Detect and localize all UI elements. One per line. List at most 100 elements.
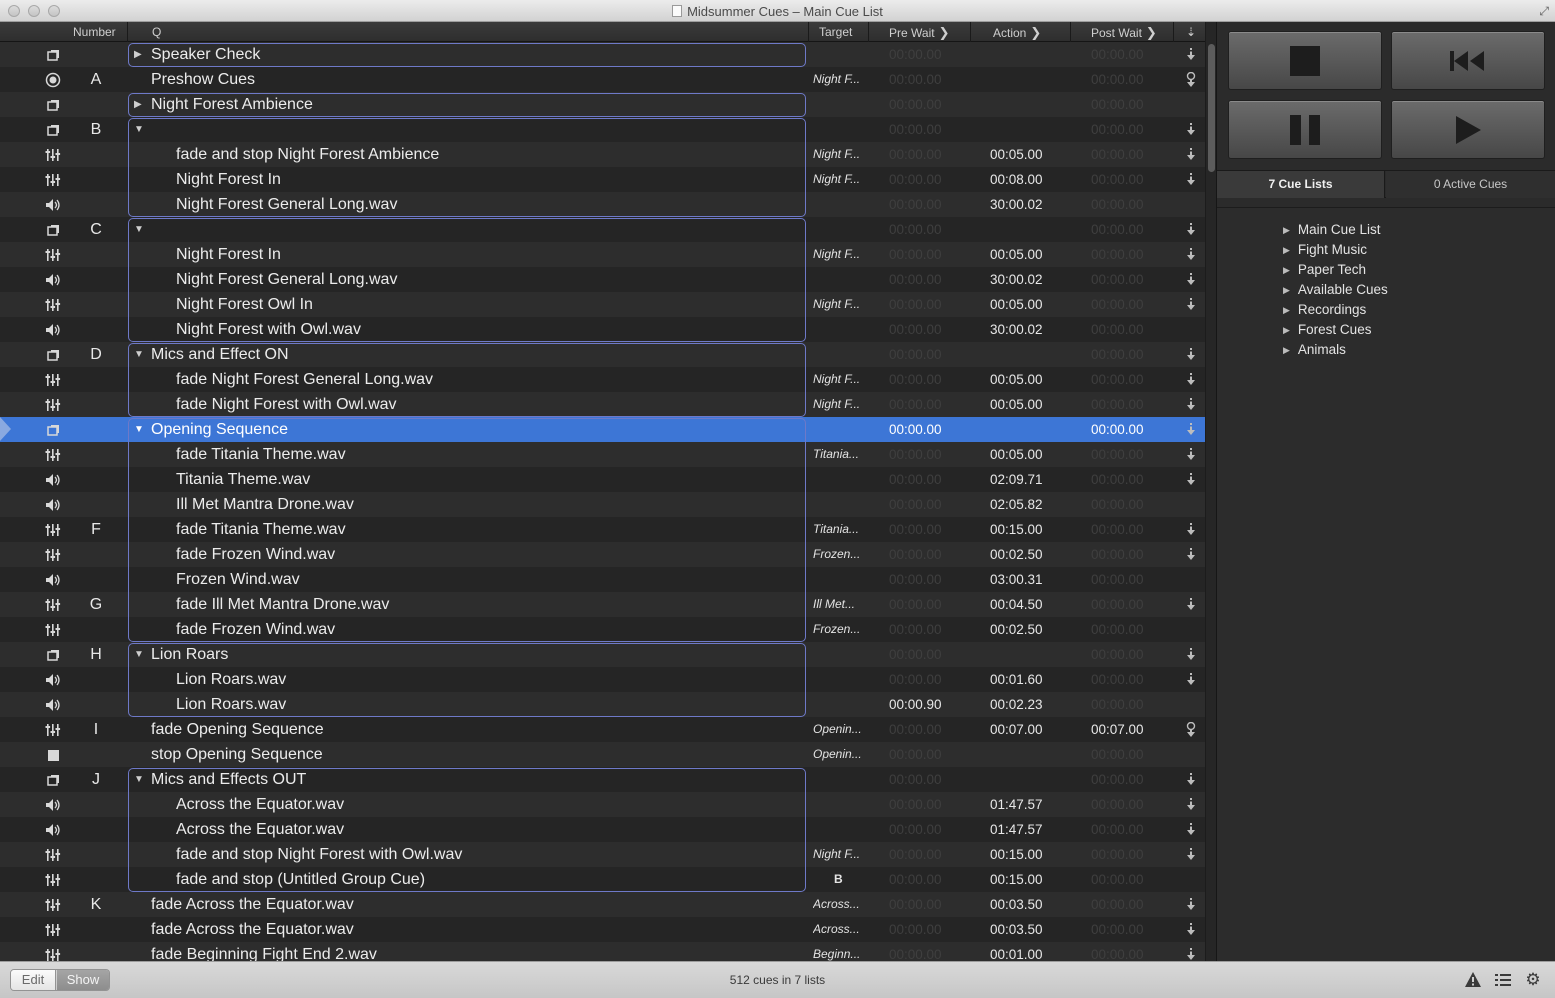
cue-number[interactable] xyxy=(80,867,112,892)
cue-row[interactable]: fade Beginning Fight End 2.wav Beginn... 0… xyxy=(0,942,1205,961)
cue-name[interactable]: fade Beginning Fight End 2.wav xyxy=(151,942,377,961)
pre-wait-value[interactable]: 00:00.90 xyxy=(889,692,942,717)
pre-wait-value[interactable]: 00:00.00 xyxy=(889,742,942,767)
post-wait-value[interactable]: 00:00.00 xyxy=(1091,192,1144,217)
cue-number[interactable]: I xyxy=(80,717,112,742)
pre-wait-value[interactable]: 00:00.00 xyxy=(889,317,942,342)
pre-wait-value[interactable]: 00:00.00 xyxy=(889,217,942,242)
cue-number[interactable] xyxy=(80,267,112,292)
pre-wait-value[interactable]: 00:00.00 xyxy=(889,817,942,842)
cue-target[interactable]: Openin... xyxy=(813,742,871,767)
cue-number[interactable]: C xyxy=(80,217,112,242)
cue-target[interactable]: Night F... xyxy=(813,142,871,167)
cue-list-item[interactable]: ▶ Animals xyxy=(1283,342,1346,357)
post-wait-value[interactable]: 00:00.00 xyxy=(1091,542,1144,567)
cue-number[interactable] xyxy=(80,942,112,961)
cue-number[interactable]: F xyxy=(80,517,112,542)
continue-arrow-icon[interactable] xyxy=(1184,167,1198,192)
cue-row[interactable]: Night Forest In Night F... 00:00.00 00:05.0… xyxy=(0,242,1205,267)
action-duration-value[interactable]: 30:00.02 xyxy=(990,192,1043,217)
cue-row[interactable]: fade Titania Theme.wav Titania... 00:00.00… xyxy=(0,442,1205,467)
cue-target[interactable] xyxy=(813,467,871,492)
pre-wait-value[interactable]: 00:00.00 xyxy=(889,792,942,817)
cue-row[interactable]: Titania Theme.wav 00:00.00 02:09.71 00:00.0… xyxy=(0,467,1205,492)
cue-row[interactable]: fade and stop (Untitled Group Cue) B 00:00… xyxy=(0,867,1205,892)
pre-wait-value[interactable]: 00:00.00 xyxy=(889,842,942,867)
post-wait-value[interactable]: 00:00.00 xyxy=(1091,292,1144,317)
cue-target[interactable]: Night F... xyxy=(813,67,871,92)
action-duration-value[interactable]: 02:05.82 xyxy=(990,492,1043,517)
disclosure-closed-icon[interactable]: ▶ xyxy=(134,42,146,67)
cue-target[interactable]: Titania... xyxy=(813,442,871,467)
cue-row[interactable]: fade Across the Equator.wav Across... 00:0… xyxy=(0,917,1205,942)
cue-row[interactable]: ▼ Opening Sequence 00:00.00 00:00.00 xyxy=(0,417,1205,442)
header-action[interactable]: Action ❯ xyxy=(993,25,1041,41)
action-duration-value[interactable]: 00:02.50 xyxy=(990,617,1043,642)
cue-name[interactable]: Lion Roars.wav xyxy=(176,667,286,692)
cue-row[interactable]: B ▼ 00:00.00 00:00.00 xyxy=(0,117,1205,142)
cue-row[interactable]: D ▼ Mics and Effect ON 00:00.00 00:00.00 xyxy=(0,342,1205,367)
cue-row[interactable]: Across the Equator.wav 00:00.00 01:47.57 00… xyxy=(0,817,1205,842)
post-wait-value[interactable]: 00:07.00 xyxy=(1091,717,1144,742)
action-duration-value[interactable]: 03:00.31 xyxy=(990,567,1043,592)
cue-target[interactable]: Night F... xyxy=(813,167,871,192)
cue-row[interactable]: Lion Roars.wav 00:00.90 00:02.23 00:00.00 xyxy=(0,692,1205,717)
continue-arrow-icon[interactable] xyxy=(1184,942,1198,961)
disclosure-open-icon[interactable]: ▼ xyxy=(134,642,146,667)
action-duration-value[interactable]: 02:09.71 xyxy=(990,467,1043,492)
rewind-button[interactable] xyxy=(1391,31,1545,90)
continue-arrow-icon[interactable] xyxy=(1184,217,1198,242)
continue-arrow-icon[interactable] xyxy=(1184,242,1198,267)
pre-wait-value[interactable]: 00:00.00 xyxy=(889,417,942,442)
post-wait-value[interactable]: 00:00.00 xyxy=(1091,592,1144,617)
pre-wait-value[interactable]: 00:00.00 xyxy=(889,542,942,567)
cue-name[interactable]: fade and stop Night Forest Ambience xyxy=(176,142,439,167)
cue-list-item[interactable]: ▶ Forest Cues xyxy=(1283,322,1371,337)
cue-number[interactable] xyxy=(80,317,112,342)
continue-arrow-icon[interactable] xyxy=(1184,117,1198,142)
cue-number[interactable] xyxy=(80,242,112,267)
table-scrollbar[interactable] xyxy=(1205,22,1216,961)
disclosure-open-icon[interactable]: ▼ xyxy=(134,767,146,792)
tab-cue-lists[interactable]: 7 Cue Lists xyxy=(1217,171,1385,198)
pre-wait-value[interactable]: 00:00.00 xyxy=(889,942,942,961)
post-wait-value[interactable]: 00:00.00 xyxy=(1091,92,1144,117)
tab-active-cues[interactable]: 0 Active Cues xyxy=(1386,171,1555,198)
cue-number[interactable] xyxy=(80,367,112,392)
cue-row[interactable]: Night Forest General Long.wav 00:00.00 30:… xyxy=(0,267,1205,292)
cue-name[interactable]: fade Across the Equator.wav xyxy=(151,892,354,917)
cue-number[interactable]: H xyxy=(80,642,112,667)
cue-name[interactable]: fade and stop Night Forest with Owl.wav xyxy=(176,842,462,867)
pre-wait-value[interactable]: 00:00.00 xyxy=(889,642,942,667)
cue-row[interactable]: J ▼ Mics and Effects OUT 00:00.00 00:00.00 xyxy=(0,767,1205,792)
post-wait-value[interactable]: 00:00.00 xyxy=(1091,392,1144,417)
cue-number[interactable]: D xyxy=(80,342,112,367)
cue-name[interactable]: Across the Equator.wav xyxy=(176,792,344,817)
continue-arrow-icon[interactable] xyxy=(1184,817,1198,842)
continue-arrow-icon[interactable] xyxy=(1184,917,1198,942)
action-duration-value[interactable]: 00:05.00 xyxy=(990,242,1043,267)
action-duration-value[interactable]: 00:08.00 xyxy=(990,167,1043,192)
cue-list-item[interactable]: ▶ Recordings xyxy=(1283,302,1366,317)
cue-number[interactable] xyxy=(80,817,112,842)
pre-wait-value[interactable]: 00:00.00 xyxy=(889,167,942,192)
cue-number[interactable] xyxy=(80,42,112,67)
cue-name[interactable]: fade Ill Met Mantra Drone.wav xyxy=(176,592,389,617)
action-duration-value[interactable]: 00:05.00 xyxy=(990,367,1043,392)
cue-target[interactable]: Openin... xyxy=(813,717,871,742)
action-duration-value[interactable]: 00:15.00 xyxy=(990,517,1043,542)
post-wait-value[interactable]: 00:00.00 xyxy=(1091,792,1144,817)
action-duration-value[interactable]: 00:15.00 xyxy=(990,867,1043,892)
cue-number[interactable] xyxy=(80,542,112,567)
cue-number[interactable]: K xyxy=(80,892,112,917)
cue-target[interactable] xyxy=(813,92,871,117)
continue-arrow-icon[interactable] xyxy=(1184,767,1198,792)
pre-wait-value[interactable]: 00:00.00 xyxy=(889,117,942,142)
pre-wait-value[interactable]: 00:00.00 xyxy=(889,242,942,267)
pre-wait-value[interactable]: 00:00.00 xyxy=(889,442,942,467)
cue-name[interactable]: Mics and Effect ON xyxy=(151,342,289,367)
post-wait-value[interactable]: 00:00.00 xyxy=(1091,142,1144,167)
pre-wait-value[interactable]: 00:00.00 xyxy=(889,192,942,217)
pre-wait-value[interactable]: 00:00.00 xyxy=(889,392,942,417)
cue-number[interactable]: G xyxy=(80,592,112,617)
